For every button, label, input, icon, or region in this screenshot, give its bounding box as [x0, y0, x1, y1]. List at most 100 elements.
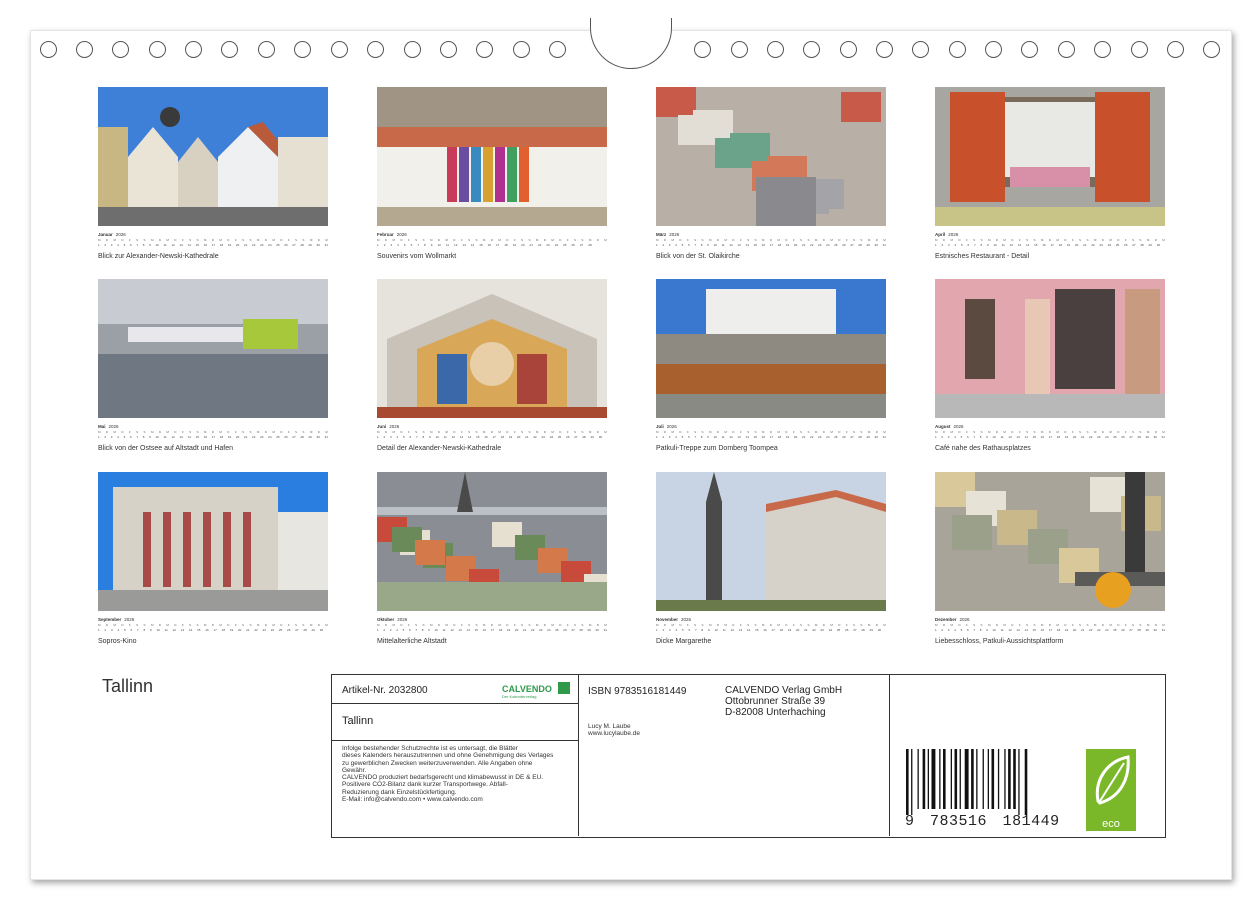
- date-number: 14: [1024, 435, 1028, 439]
- date-number: 16: [203, 243, 208, 247]
- date-number: 8: [700, 435, 703, 439]
- date-number: 11: [721, 243, 725, 247]
- date-number: 16: [487, 243, 491, 247]
- date-number: 3: [390, 435, 392, 439]
- weekday-letter: S: [853, 238, 856, 242]
- weekday-letter: S: [1086, 238, 1089, 242]
- barcode-bar: [964, 749, 969, 809]
- info-middle-column: ISBN 9783516181449 CALVENDO Verlag GmbH …: [579, 675, 890, 836]
- date-number: 27: [574, 435, 578, 439]
- weekday-letter: D: [437, 238, 441, 242]
- date-number: 12: [729, 243, 733, 247]
- date-number: 4: [396, 435, 399, 439]
- weekday-letter: S: [747, 430, 750, 434]
- date-number: 1: [377, 435, 379, 439]
- info-box: Artikel-Nr. 2032800 CALVENDO Der Kalende…: [331, 674, 1166, 838]
- date-number: 20: [796, 628, 800, 632]
- weekday-letter: D: [400, 238, 403, 242]
- weekday-row: MDMDFSSMDMDFSSMDMDFSSMDMDFSSMDM: [98, 430, 328, 434]
- date-number: 2: [104, 243, 107, 247]
- date-number: 8: [424, 243, 426, 247]
- weekday-letter: S: [475, 623, 478, 627]
- date-number: 15: [1034, 243, 1038, 247]
- date-number: 12: [1008, 435, 1012, 439]
- weekday-letter: D: [1011, 238, 1014, 242]
- weekday-letter: D: [453, 430, 456, 434]
- date-number: 18: [779, 628, 783, 632]
- weekday-letter: F: [513, 238, 516, 242]
- weekday-letter: M: [656, 430, 659, 434]
- date-number: 26: [1124, 243, 1128, 247]
- date-number: 23: [546, 243, 550, 247]
- weekday-letter: D: [174, 430, 177, 434]
- month-caption: Dicke Margarethe: [656, 638, 712, 645]
- weekday-letter: M: [392, 623, 395, 627]
- binding-hole: [694, 41, 711, 58]
- weekday-letter: D: [679, 238, 682, 242]
- date-number: 10: [437, 243, 441, 247]
- weekday-letter: M: [482, 430, 486, 434]
- date-number: 19: [1064, 435, 1069, 439]
- weekday-letter: F: [460, 430, 463, 434]
- date-number: 5: [124, 628, 126, 632]
- weekday-letter: S: [973, 238, 976, 242]
- month-caption: Souvenirs vom Wollmarkt: [377, 253, 457, 260]
- weekday-letter: D: [437, 623, 441, 627]
- weekday-letter: F: [407, 430, 410, 434]
- weekday-letter: M: [498, 430, 501, 434]
- date-number: 9: [149, 435, 151, 439]
- weekday-letter: S: [415, 238, 418, 242]
- weekday-letter: S: [242, 623, 245, 627]
- date-number: 21: [804, 628, 808, 632]
- binding-hole: [513, 41, 530, 58]
- date-number: 24: [554, 243, 559, 247]
- weekday-letter: S: [249, 238, 252, 242]
- date-number: 28: [1140, 243, 1144, 247]
- weekday-letter: D: [543, 430, 546, 434]
- binding-hole: [149, 41, 166, 58]
- weekday-letter: D: [158, 430, 162, 434]
- weekday-letter: S: [415, 623, 418, 627]
- weekday-letter: F: [686, 238, 689, 242]
- date-number: 1: [377, 628, 379, 632]
- date-number: 6: [966, 435, 969, 439]
- date-number: 30: [1153, 435, 1157, 439]
- date-number: 28: [579, 628, 583, 632]
- date-number: 14: [188, 628, 193, 632]
- date-number: 27: [850, 243, 854, 247]
- binding-holes: [0, 0, 1260, 80]
- date-number: 29: [308, 435, 312, 439]
- weekday-letter: D: [1064, 430, 1067, 434]
- barcode-bar: [954, 749, 958, 809]
- date-number: 21: [522, 628, 527, 632]
- date-number: 29: [1145, 628, 1149, 632]
- date-number: 25: [1115, 243, 1120, 247]
- date-number: 23: [539, 628, 543, 632]
- weekday-letter: M: [219, 238, 222, 242]
- binding-hole: [258, 41, 275, 58]
- date-number: 17: [1048, 628, 1053, 632]
- date-number: 5: [960, 435, 963, 439]
- weekday-letter: D: [264, 623, 267, 627]
- weekday-letter: D: [506, 238, 509, 242]
- month-year: 2026: [396, 232, 407, 237]
- date-number: 2: [662, 628, 665, 632]
- date-number: 10: [713, 243, 717, 247]
- weekday-letter: F: [739, 238, 742, 242]
- barcode-bar: [982, 749, 984, 809]
- date-number: 30: [874, 435, 878, 439]
- weekday-letter: M: [950, 238, 953, 242]
- month-name: Februar 2026: [377, 232, 607, 237]
- weekday-letter: M: [1109, 623, 1112, 627]
- date-number: 27: [292, 243, 296, 247]
- date-number: 9: [707, 435, 709, 439]
- barcode-bar: [991, 749, 995, 809]
- weekday-letter: S: [468, 623, 471, 627]
- weekday-letter: M: [724, 430, 727, 434]
- weekday-letter: M: [377, 623, 380, 627]
- date-number: 26: [842, 243, 846, 247]
- weekday-letter: S: [468, 430, 471, 434]
- weekday-letter: D: [942, 430, 946, 434]
- publisher-line: D-82008 Unterhaching: [725, 707, 826, 718]
- weekday-letter: D: [384, 238, 388, 242]
